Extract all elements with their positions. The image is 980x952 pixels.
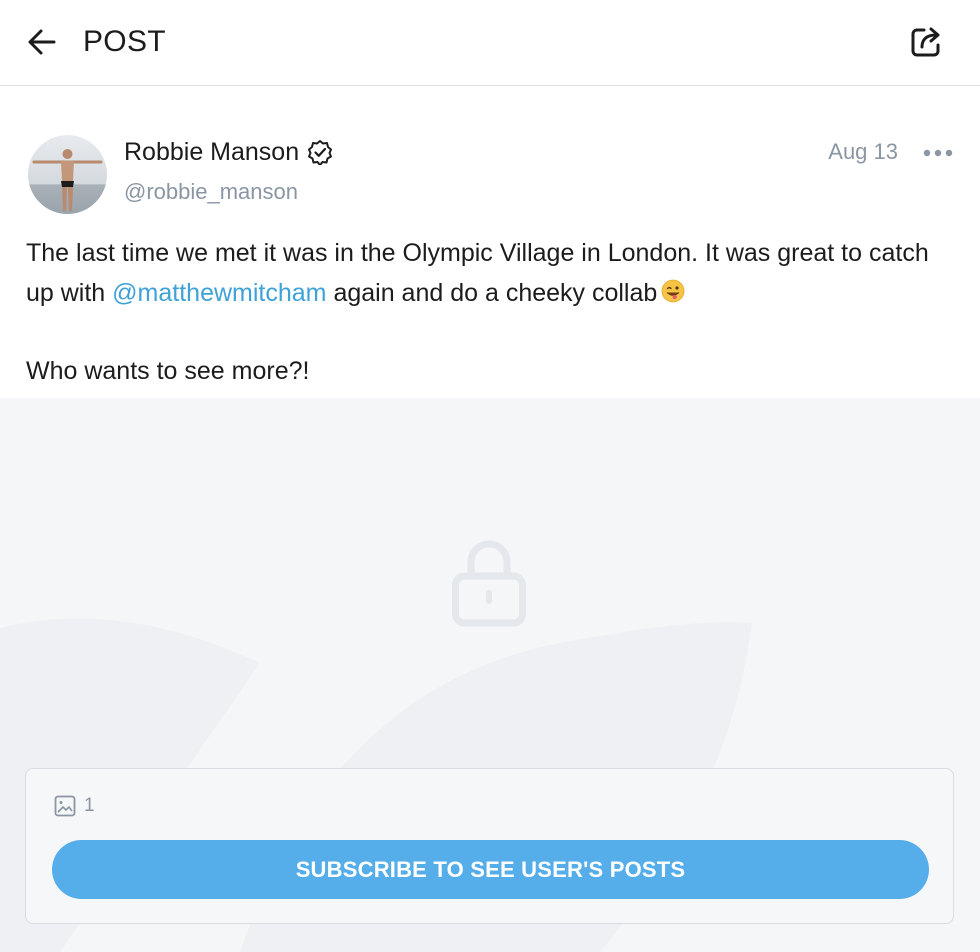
mention-link[interactable]: @matthewmitcham [112,279,326,307]
post-text: The last time we met it was in the Olymp… [26,233,946,391]
media-count: 1 [54,795,95,817]
avatar[interactable] [28,135,107,214]
media-count-value: 1 [84,795,95,816]
author-name[interactable]: Robbie Manson [124,137,333,167]
subscribe-card: 1 SUBSCRIBE TO SEE USER'S POSTS [25,768,954,924]
top-bar: POST [0,0,980,86]
verified-badge-icon [307,139,333,165]
share-icon [911,27,940,57]
post-text-part2: again and do a cheeky collab [326,279,658,307]
author-name-text: Robbie Manson [124,138,300,166]
winking-tongue-emoji-icon [661,275,685,303]
author-handle[interactable]: @robbie_manson [124,178,298,206]
post-text-part3: Who wants to see more?! [26,357,310,385]
post-date: Aug 13 [828,139,898,164]
more-dots-icon [923,149,953,157]
locked-content-area: 1 SUBSCRIBE TO SEE USER'S POSTS [0,398,980,952]
subscribe-button[interactable]: SUBSCRIBE TO SEE USER'S POSTS [52,840,929,899]
lock-icon [452,534,526,628]
page-title: POST [83,25,166,58]
image-icon [54,795,76,817]
back-button[interactable] [24,24,60,60]
post: Robbie Manson @robbie_manson Aug 13 The … [0,87,980,398]
share-button[interactable] [906,22,946,62]
more-options-button[interactable] [922,141,954,165]
arrow-left-icon [28,29,56,55]
